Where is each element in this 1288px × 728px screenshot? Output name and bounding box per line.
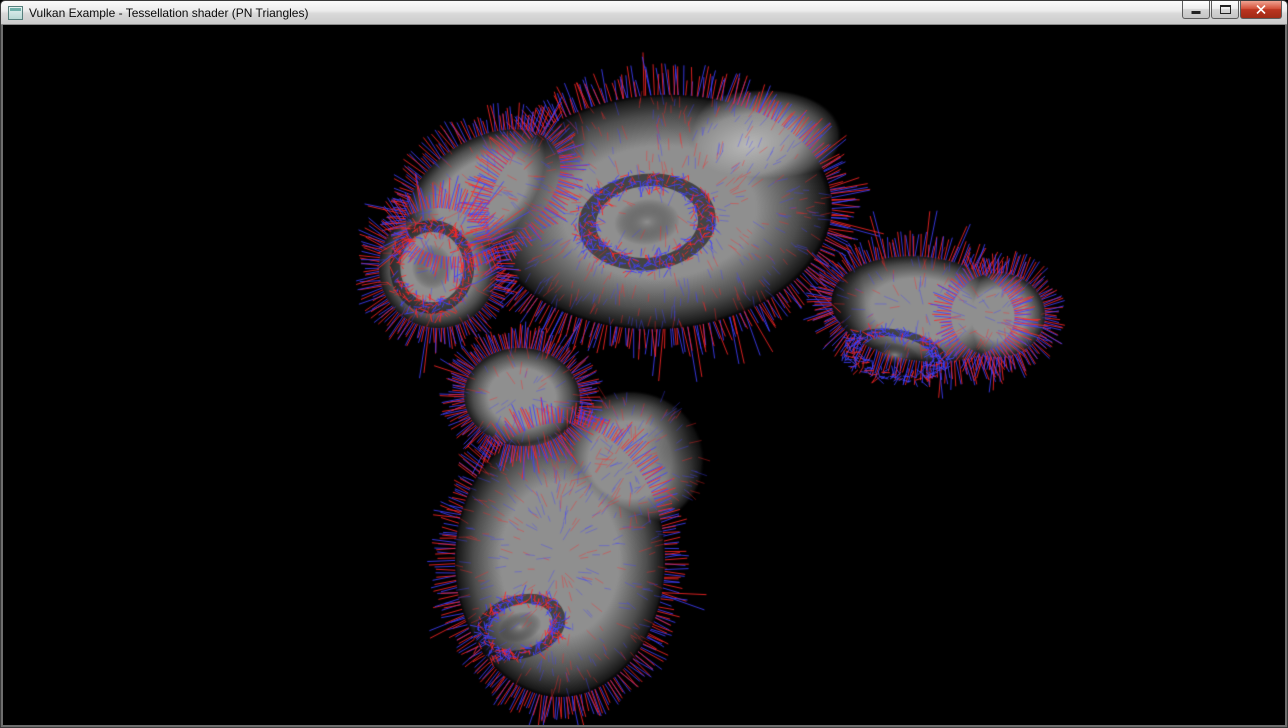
minimize-button[interactable] [1182, 1, 1210, 19]
maximize-button[interactable] [1211, 1, 1239, 19]
close-icon [1256, 5, 1266, 14]
render-viewport [1, 25, 1287, 727]
app-icon[interactable] [8, 6, 23, 20]
titlebar[interactable]: Vulkan Example - Tessellation shader (PN… [1, 1, 1287, 25]
app-window: Vulkan Example - Tessellation shader (PN… [0, 0, 1288, 728]
close-button[interactable] [1240, 1, 1282, 19]
window-controls [1182, 1, 1282, 19]
window-title: Vulkan Example - Tessellation shader (PN… [29, 6, 308, 20]
viewport-canvas[interactable] [3, 25, 1285, 725]
maximize-icon [1220, 5, 1231, 14]
minimize-icon [1191, 5, 1201, 14]
